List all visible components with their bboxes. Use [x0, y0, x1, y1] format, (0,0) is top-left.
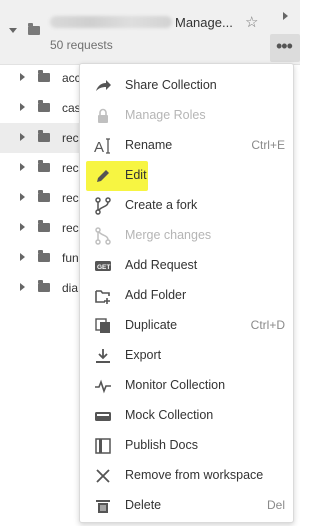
- svg-text:A: A: [94, 139, 104, 155]
- duplicate-icon: [95, 318, 110, 333]
- menu-item-export[interactable]: Export: [80, 341, 293, 371]
- menu-item-merge-changes: Merge changes: [80, 221, 293, 251]
- fork-icon: [95, 197, 111, 215]
- collection-title: Manage...: [175, 15, 233, 30]
- menu-item-rename[interactable]: A Rename Ctrl+E: [80, 131, 293, 161]
- folder-icon: [38, 190, 50, 202]
- pencil-icon: [97, 170, 109, 182]
- folder-row[interactable]: acc: [0, 63, 90, 93]
- menu-item-duplicate[interactable]: Duplicate Ctrl+D: [80, 311, 293, 341]
- caret-down-icon[interactable]: [9, 28, 17, 33]
- folder-row[interactable]: rec: [0, 213, 90, 243]
- menu-item-delete[interactable]: Delete Del: [80, 491, 293, 521]
- folder-icon: [38, 220, 50, 232]
- folder-row[interactable]: rec: [0, 183, 90, 213]
- add-folder-icon: [95, 290, 110, 304]
- menu-item-shortcut: Ctrl+E: [251, 138, 285, 152]
- folder-icon: [38, 70, 50, 82]
- menu-item-label: Mock Collection: [125, 408, 214, 422]
- folder-icon: [38, 160, 50, 172]
- menu-item-label: Merge changes: [125, 228, 212, 242]
- menu-item-label: Rename: [125, 138, 173, 152]
- menu-item-add-request[interactable]: GET Add Request: [80, 251, 293, 281]
- folder-row[interactable]: fun: [0, 243, 90, 273]
- menu-item-manage-roles: Manage Roles: [80, 101, 293, 131]
- menu-item-add-folder[interactable]: Add Folder: [80, 281, 293, 311]
- trash-icon: [96, 500, 110, 513]
- caret-right-icon[interactable]: [20, 103, 25, 111]
- menu-item-publish-docs[interactable]: Publish Docs: [80, 431, 293, 461]
- lock-icon: [98, 108, 108, 123]
- menu-item-label: Publish Docs: [125, 438, 198, 452]
- menu-item-create-fork[interactable]: Create a fork: [80, 191, 293, 221]
- menu-item-mock-collection[interactable]: Mock Collection: [80, 401, 293, 431]
- docs-icon: [95, 438, 111, 454]
- share-icon: [96, 80, 111, 91]
- folder-icon: [38, 100, 50, 112]
- menu-item-label: Remove from workspace: [125, 468, 264, 482]
- menu-item-shortcut: Ctrl+D: [250, 318, 285, 332]
- folder-icon: [28, 23, 40, 35]
- menu-item-label: Duplicate: [125, 318, 178, 332]
- caret-right-icon[interactable]: [20, 253, 25, 261]
- caret-right-icon[interactable]: [20, 283, 25, 291]
- caret-right-icon[interactable]: [20, 193, 25, 201]
- menu-item-remove-from-workspace[interactable]: Remove from workspace: [80, 461, 293, 491]
- menu-item-label: Create a fork: [125, 198, 198, 212]
- menu-item-shortcut: Del: [266, 498, 285, 512]
- collection-header[interactable]: Manage... 50 requests ☆ •••: [0, 0, 300, 65]
- caret-right-icon[interactable]: [20, 73, 25, 81]
- menu-item-edit[interactable]: Edit: [80, 161, 293, 191]
- menu-item-label: Add Folder: [125, 288, 187, 302]
- menu-item-label: Delete: [125, 498, 162, 512]
- merge-icon: [95, 227, 111, 245]
- menu-item-share-collection[interactable]: Share Collection: [80, 71, 293, 101]
- expand-arrow-icon[interactable]: [283, 12, 288, 20]
- ellipsis-icon: •••: [276, 36, 293, 56]
- close-icon: [96, 469, 110, 483]
- menu-item-label: Add Request: [125, 258, 198, 272]
- menu-item-label: Manage Roles: [125, 108, 206, 122]
- menu-item-label: Edit: [125, 168, 147, 182]
- menu-item-label: Export: [125, 348, 162, 362]
- folder-row[interactable]: cas: [0, 93, 90, 123]
- folder-row[interactable]: rec: [0, 153, 90, 183]
- mock-server-icon: [95, 412, 111, 421]
- menu-item-label: Share Collection: [125, 78, 217, 92]
- more-actions-button[interactable]: •••: [270, 34, 300, 62]
- star-icon[interactable]: ☆: [245, 13, 258, 31]
- caret-right-icon[interactable]: [20, 163, 25, 171]
- svg-text:GET: GET: [97, 264, 110, 271]
- redacted-collection-name: [50, 16, 172, 28]
- caret-right-icon[interactable]: [20, 223, 25, 231]
- menu-item-label: Monitor Collection: [125, 378, 226, 392]
- folder-icon: [38, 250, 50, 262]
- caret-right-icon[interactable]: [20, 133, 25, 141]
- folder-icon: [38, 280, 50, 292]
- monitor-icon: [95, 379, 111, 394]
- get-request-icon: GET: [95, 261, 111, 271]
- rename-icon: A: [94, 138, 110, 155]
- export-icon: [96, 349, 110, 363]
- collection-context-menu: Share Collection Manage Roles A Rename C…: [79, 63, 294, 523]
- menu-item-monitor-collection[interactable]: Monitor Collection: [80, 371, 293, 401]
- folder-icon: [38, 130, 50, 142]
- folder-row[interactable]: dia: [0, 273, 90, 303]
- folder-row-selected[interactable]: rec: [0, 123, 90, 153]
- request-count: 50 requests: [50, 38, 113, 52]
